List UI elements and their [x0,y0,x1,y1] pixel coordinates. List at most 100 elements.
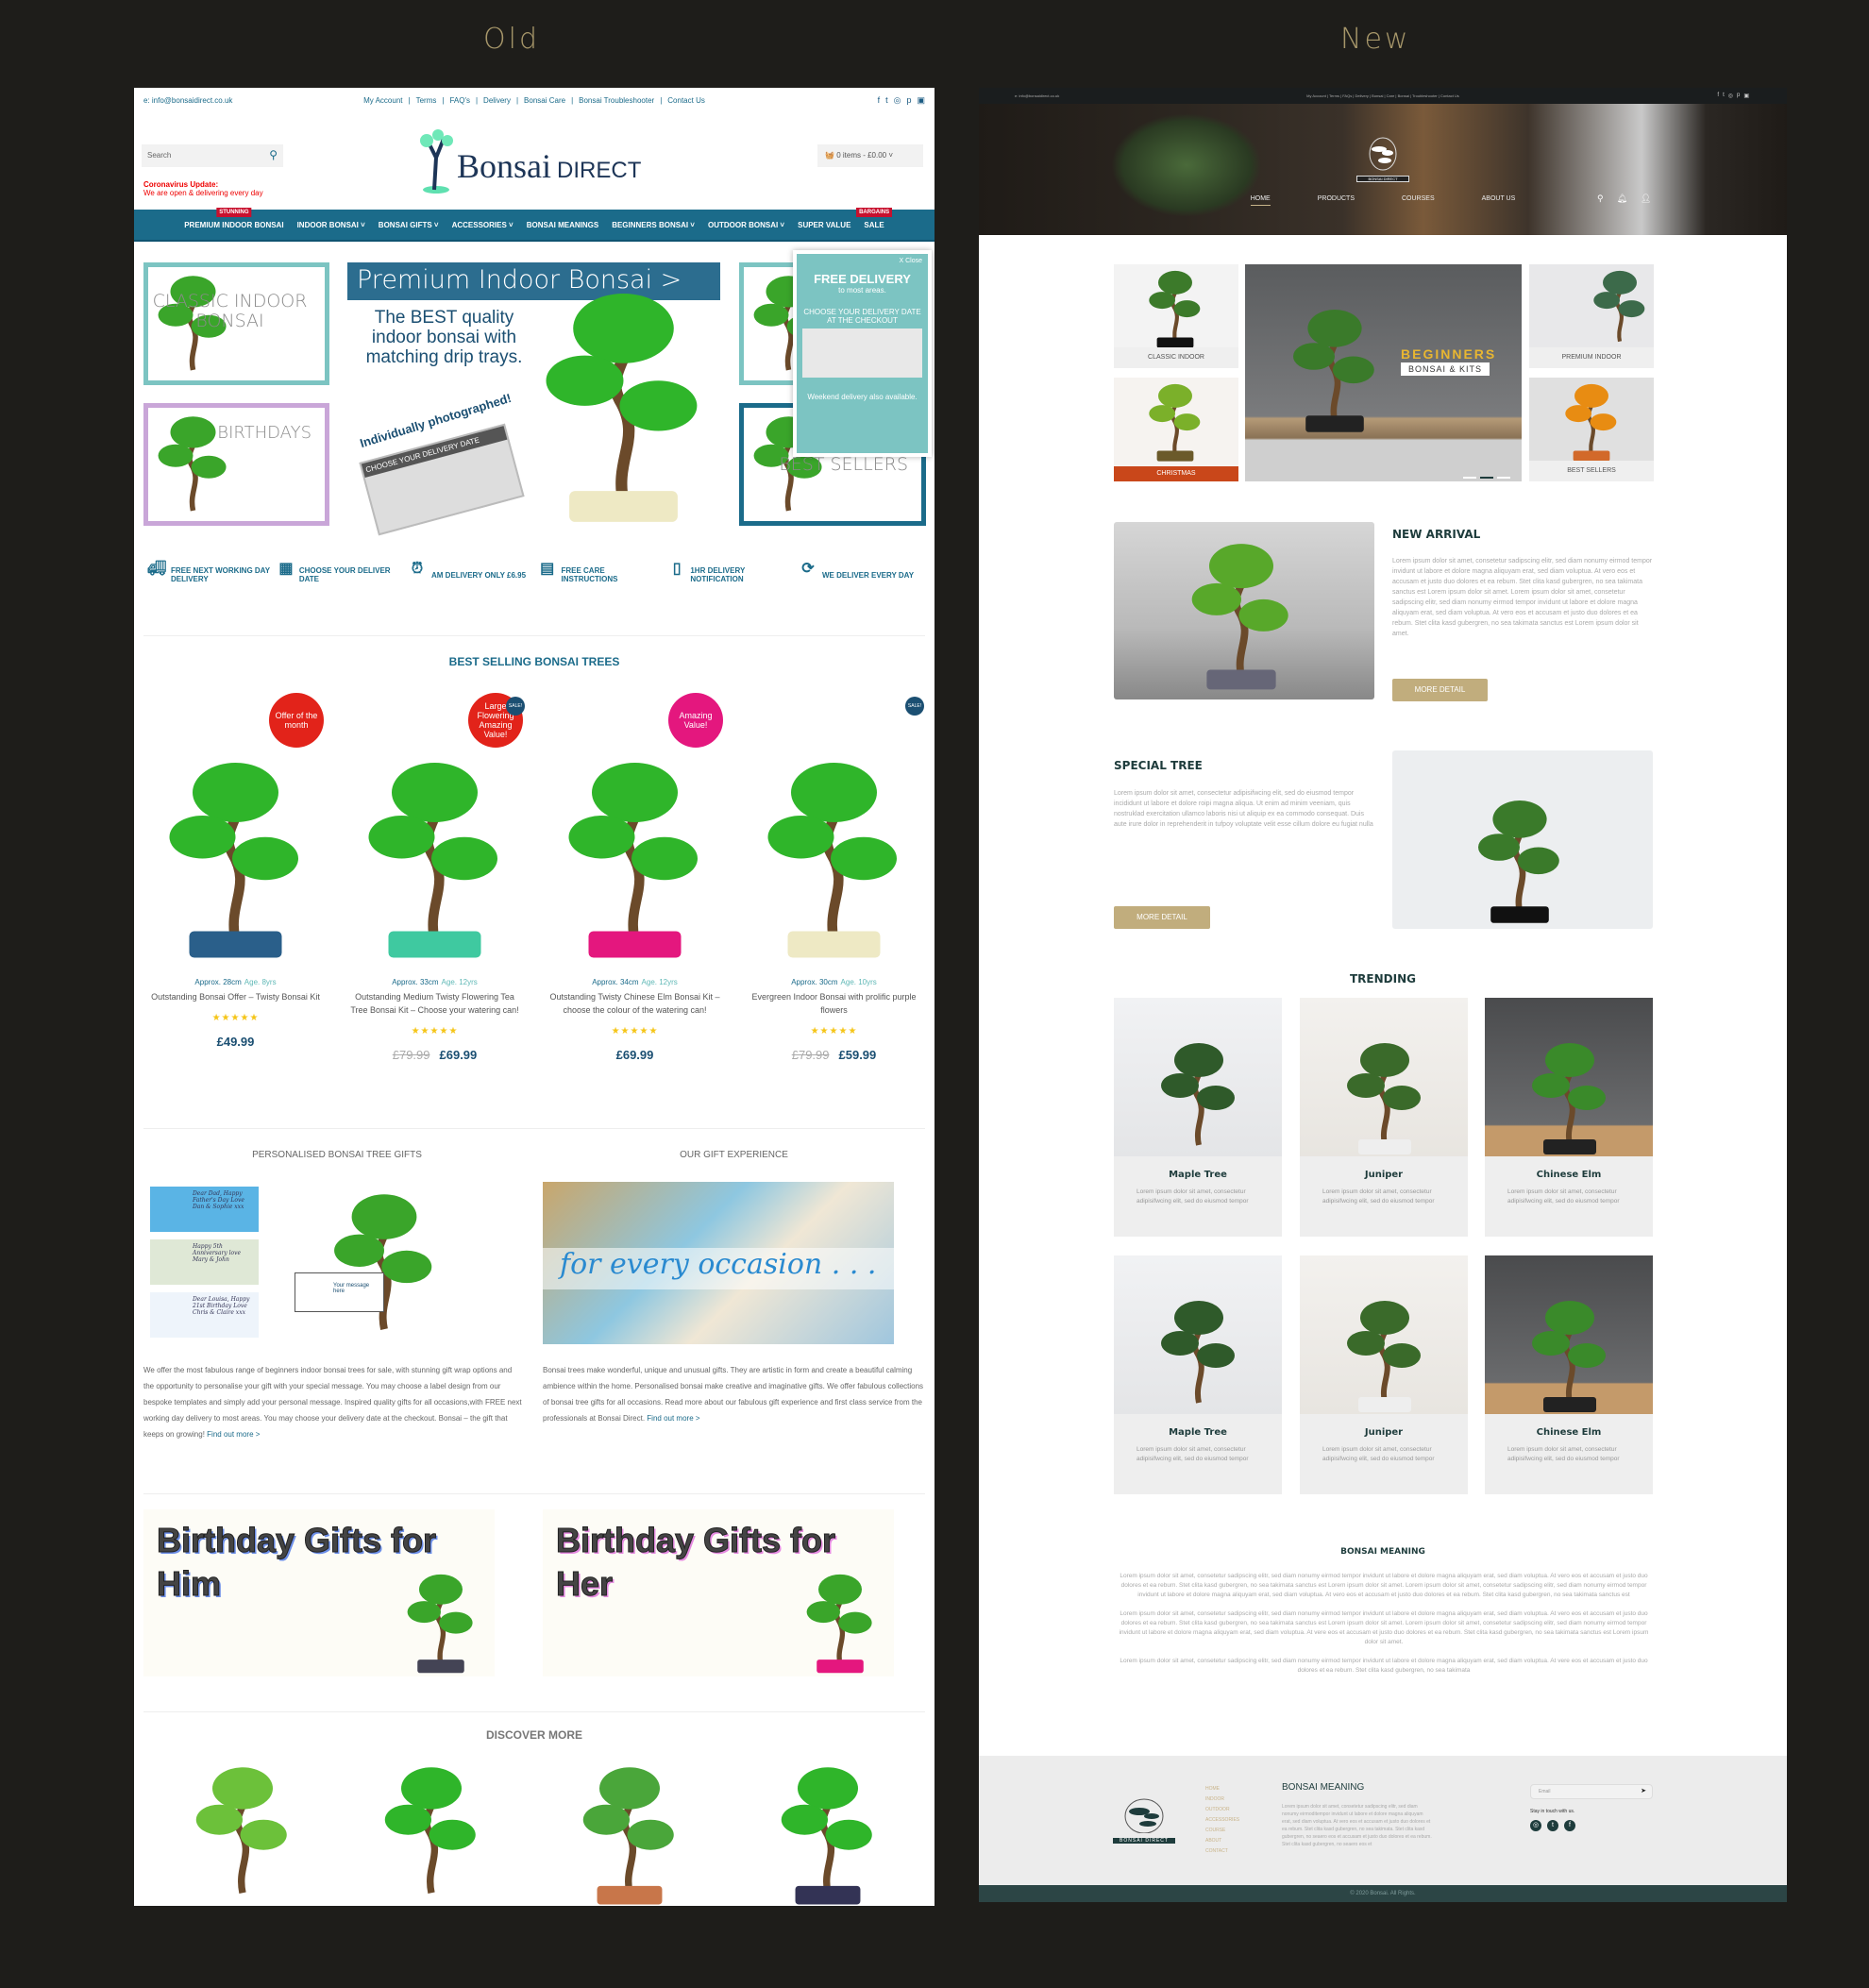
nav-item[interactable]: ABOUT US [1482,195,1516,206]
discover-image[interactable] [559,1756,700,1906]
popup-close-button[interactable]: X Close [797,254,928,268]
top-link[interactable]: Delivery [483,96,511,105]
product-image[interactable]: Amazing Value! [543,687,727,961]
twitter-icon[interactable]: t [1723,93,1725,99]
christmas-tile[interactable]: CHRISTMAS [1114,378,1238,481]
facebook-icon[interactable]: f [878,95,881,106]
nav-item[interactable]: ACCESSORIES ˅ [452,221,514,229]
user-icon[interactable]: 👤︎ [1641,194,1651,204]
find-out-more-link[interactable]: Find out more > [207,1430,260,1439]
product-title[interactable]: Evergreen Indoor Bonsai with prolific pu… [742,990,926,1017]
discover-image[interactable] [361,1756,502,1906]
premium-indoor-tile[interactable]: PREMIUM INDOOR [1529,264,1654,368]
product-title[interactable]: Outstanding Bonsai Offer – Twisty Bonsai… [143,990,328,1003]
search-icon[interactable]: ⚲ [1597,194,1604,204]
trending-card[interactable]: Juniper Lorem ipsum dolor sit amet, conse… [1300,1255,1468,1494]
facebook-icon[interactable]: f [1717,93,1719,99]
nav-item[interactable]: HOME [1250,195,1271,206]
birthday-him-banner[interactable]: Birthday Gifts for Him [143,1509,495,1676]
facebook-icon[interactable]: f [1564,1820,1575,1831]
top-link[interactable]: FAQ's [449,96,470,105]
logo[interactable]: BONSAI DIRECT [1356,137,1409,182]
nav-item[interactable]: INDOOR BONSAI ˅ [297,221,365,229]
nav-item[interactable]: BONSAI MEANINGS [527,221,598,229]
pinterest-icon[interactable]: p [1737,93,1740,99]
product-image[interactable]: Offer of the month [143,687,328,961]
gift-experience-image[interactable]: for every occasion . . . [543,1182,894,1344]
logo[interactable]: Bonsai DIRECT [417,129,653,195]
bell-icon[interactable]: 🔔︎ [1617,194,1627,204]
nav-item[interactable]: COURSES [1402,195,1435,206]
twitter-icon[interactable]: t [885,95,888,106]
slide-dot[interactable] [1497,477,1510,479]
product-card[interactable]: Offer of the month Approx. 28cm Age. 8yrs O… [143,687,328,1049]
instagram-icon[interactable]: ◎ [1728,93,1733,99]
birthday-her-banner[interactable]: Birthday Gifts for Her [543,1509,894,1676]
search-input[interactable]: Search ⚲ [142,144,283,167]
birthdays-tile[interactable]: BIRTHDAYS [143,403,329,526]
footer-link[interactable]: INDOOR [1205,1794,1239,1805]
footer-link[interactable]: OUTDOOR [1205,1805,1239,1815]
product-title[interactable]: Outstanding Medium Twisty Flowering Tea … [343,990,527,1017]
trending-card[interactable]: Juniper Lorem ipsum dolor sit amet, conse… [1300,998,1468,1237]
nav-item[interactable]: OUTDOOR BONSAI ˅ [708,221,784,229]
slide-dot[interactable] [1463,477,1476,479]
instagram-icon[interactable]: ◎ [894,95,901,106]
nav-item[interactable]: PREMIUM INDOOR BONSAI STUNNING [184,207,284,229]
nav-item[interactable]: BEGINNERS BONSAI ˅ [612,221,695,229]
more-detail-button[interactable]: MORE DETAIL [1392,679,1488,701]
top-link[interactable]: Bonsai Troubleshooter [579,96,654,105]
footer-link[interactable]: CONTACT [1205,1846,1239,1857]
twitter-icon[interactable]: t [1547,1820,1558,1831]
top-link[interactable]: Terms [416,96,437,105]
product-image[interactable]: SALE! [742,687,926,961]
best-sellers-tile[interactable]: BEST SELLERS [1529,378,1654,481]
trending-card[interactable]: Maple Tree Lorem ipsum dolor sit amet, co… [1114,998,1282,1237]
email-input[interactable]: Email ➤ [1530,1784,1653,1799]
gift-label[interactable]: Dear Dad, Happy Father's Day Love Dan & … [150,1187,259,1232]
pinterest-icon[interactable]: p [906,95,911,106]
bonsai-illustration [582,1767,674,1905]
footer-link[interactable]: COURSE [1205,1826,1239,1836]
nav-item[interactable]: BONSAI GIFTS ˅ [379,221,439,229]
nav-item[interactable]: SUPER VALUE [798,221,850,229]
top-link[interactable]: Bonsai Care [524,96,565,105]
top-link[interactable]: Contact Us [667,96,705,105]
classic-indoor-tile[interactable]: CLASSIC INDOOR [1114,264,1238,368]
premium-banner[interactable]: Premium Indoor Bonsai > The BEST quality… [347,262,720,536]
footer-logo[interactable]: BONSAI DIRECT [1113,1797,1175,1844]
footer-link[interactable]: ACCESSORIES [1205,1815,1239,1826]
current-price: £69.99 [615,1048,654,1062]
product-card[interactable]: Amazing Value! Approx. 34cm Age. 12yrs Outs… [543,687,727,1062]
product-card[interactable]: SALE! Approx. 30cm Age. 10yrs Evergreen Ind… [742,687,926,1062]
beginners-slide[interactable]: BEGINNERS BONSAI & KITS [1245,264,1522,481]
gift-label[interactable]: Happy 5th Anniversary love Mary & John [150,1239,259,1285]
instagram-icon[interactable]: ◎ [1530,1820,1541,1831]
meaning-paragraph: Lorem ipsum dolor sit amet, consetetur s… [1120,1573,1648,1598]
product-card[interactable]: Large Flowering Amazing Value! SALE! Appro… [343,687,527,1062]
gift-label[interactable]: Dear Louisa, Happy 21st Birthday Love Ch… [150,1292,259,1338]
discover-image[interactable] [172,1756,313,1906]
footer-link[interactable]: HOME [1205,1784,1239,1794]
trending-card[interactable]: Chinese Elm Lorem ipsum dolor sit amet, c… [1485,998,1653,1237]
find-out-more-link[interactable]: Find out more > [647,1414,699,1423]
nav-item[interactable]: PRODUCTS [1318,195,1355,206]
search-icon[interactable]: ⚲ [269,148,278,161]
send-icon[interactable]: ➤ [1641,1787,1646,1794]
popup-title: FREE DELIVERY [814,272,911,286]
top-link[interactable]: My Account [363,96,402,105]
product-image[interactable]: Large Flowering Amazing Value! SALE! [343,687,527,961]
trending-card[interactable]: Maple Tree Lorem ipsum dolor sit amet, co… [1114,1255,1282,1494]
youtube-icon[interactable]: ▣ [1743,93,1749,99]
classic-indoor-tile[interactable]: CLASSIC INDOOR BONSAI [143,262,329,385]
footer-link[interactable]: ABOUT [1205,1836,1239,1846]
slide-dot-active[interactable] [1480,477,1493,479]
trending-card[interactable]: Chinese Elm Lorem ipsum dolor sit amet, c… [1485,1255,1653,1494]
top-links[interactable]: My Account | Terms | FAQs | Delivery | B… [979,93,1787,98]
more-detail-button[interactable]: MORE DETAIL [1114,906,1210,929]
youtube-icon[interactable]: ▣ [917,95,925,106]
nav-item[interactable]: SALE BARGAINS [856,207,893,229]
cart-button[interactable]: 🧺 0 items - £0.00 ˅ [817,144,923,167]
product-title[interactable]: Outstanding Twisty Chinese Elm Bonsai Ki… [543,990,727,1017]
discover-image[interactable] [757,1756,899,1906]
